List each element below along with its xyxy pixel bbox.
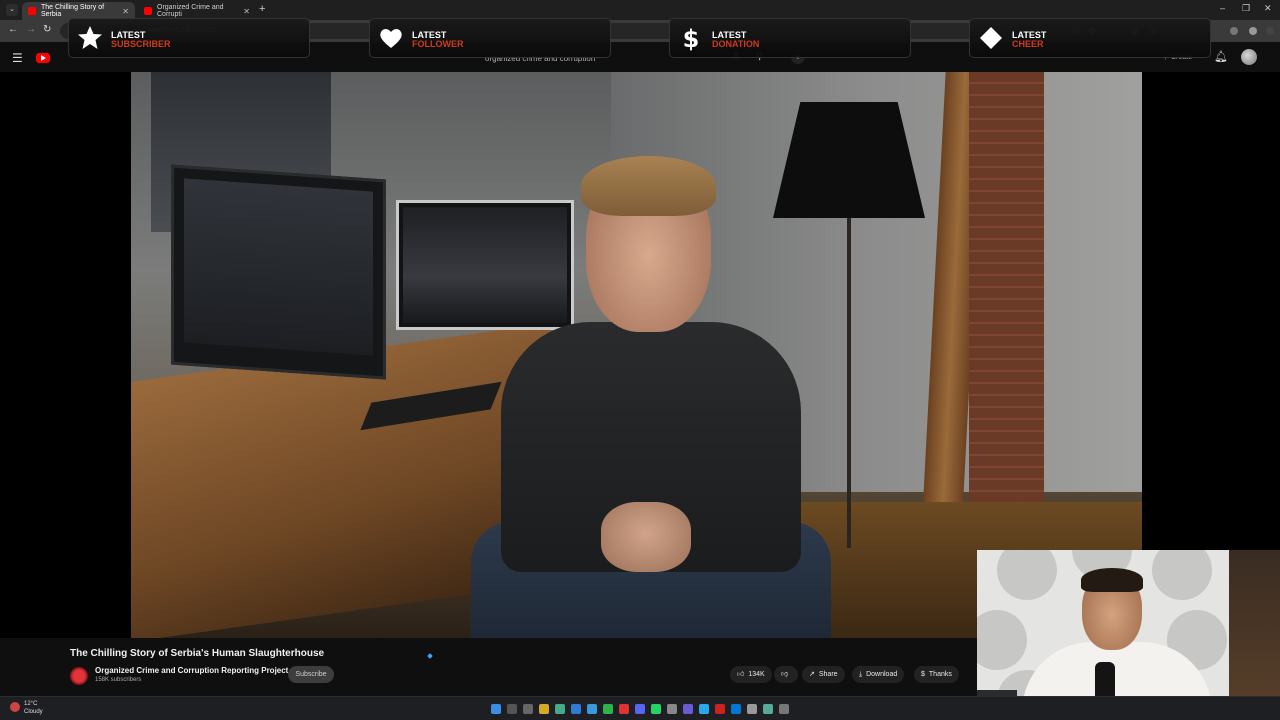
menu-dots-icon[interactable] xyxy=(1266,27,1274,35)
hamburger-menu-icon[interactable]: ☰ xyxy=(12,51,23,65)
thumbs-up-icon: 👍︎ xyxy=(737,671,745,678)
start-icon[interactable] xyxy=(491,704,501,714)
settings-icon[interactable] xyxy=(667,704,677,714)
star-icon xyxy=(78,26,102,49)
latest-subscriber-alert: LATEST SUBSCRIBER xyxy=(68,18,310,58)
channel-name[interactable]: Organized Crime and Corruption Reporting… xyxy=(95,666,288,675)
brick-column xyxy=(969,72,1044,522)
latest-donation-alert: $ LATEST DONATION xyxy=(669,18,911,58)
tab-title: The Chilling Story of Serbia xyxy=(41,4,105,18)
share-button[interactable]: ↗ Share xyxy=(802,666,845,683)
share-icon: ↗ xyxy=(809,671,815,678)
latest-follower-alert: LATEST FOLLOWER xyxy=(369,18,611,58)
like-count: 134K xyxy=(748,671,765,678)
thanks-button[interactable]: $ Thanks xyxy=(914,666,959,683)
youtube-logo[interactable] xyxy=(36,53,50,63)
maximize-icon[interactable]: ❐ xyxy=(1242,3,1250,14)
channel-avatar[interactable] xyxy=(70,667,88,685)
thanks-icon: $ xyxy=(921,671,925,678)
app-icon[interactable] xyxy=(779,704,789,714)
app-icon[interactable] xyxy=(731,704,741,714)
youtube-favicon xyxy=(28,7,36,15)
close-tab-icon[interactable]: ✕ xyxy=(243,7,250,16)
monitor-left xyxy=(171,164,386,380)
screen: ⌄ The Chilling Story of Serbia ✕ Organiz… xyxy=(0,0,1280,720)
weather-icon xyxy=(10,702,20,712)
new-tab-button[interactable]: + xyxy=(259,3,265,15)
app-icon[interactable] xyxy=(603,704,613,714)
minimize-icon[interactable]: – xyxy=(1220,3,1225,13)
tab-title: Organized Crime and Corrupti xyxy=(157,4,224,18)
svg-text:$: $ xyxy=(683,25,700,51)
app-icon[interactable] xyxy=(571,704,581,714)
browser-tab-strip: ⌄ The Chilling Story of Serbia ✕ Organiz… xyxy=(0,0,1280,20)
youtube-favicon xyxy=(144,7,152,15)
search-icon[interactable] xyxy=(507,704,517,714)
thumbs-down-icon: 👎︎ xyxy=(781,671,789,678)
webcam-overlay xyxy=(977,550,1280,720)
download-icon: ⤓ xyxy=(859,671,863,678)
presenter xyxy=(471,156,831,638)
notifications-bell-icon[interactable]: 🔔︎ xyxy=(1214,50,1228,63)
app-icon[interactable] xyxy=(715,704,725,714)
download-label: Download xyxy=(866,671,898,678)
windows-taskbar: 12°C Cloudy xyxy=(0,696,1280,720)
latest-cheer-alert: LATEST CHEER xyxy=(969,18,1211,58)
forward-icon[interactable]: → xyxy=(26,24,36,35)
file-explorer-icon[interactable] xyxy=(539,704,549,714)
share-label: Share xyxy=(818,671,838,678)
app-icon[interactable] xyxy=(683,704,693,714)
heart-icon xyxy=(380,29,402,48)
like-button[interactable]: 👍︎ 134K xyxy=(730,666,772,683)
close-tab-icon[interactable]: ✕ xyxy=(122,7,129,16)
alert-subtitle: FOLLOWER xyxy=(412,39,464,49)
alert-subtitle: SUBSCRIBER xyxy=(111,39,171,49)
task-view-icon[interactable] xyxy=(523,704,533,714)
close-window-icon[interactable]: ✕ xyxy=(1264,3,1272,14)
back-icon[interactable]: ← xyxy=(8,24,18,35)
app-icon[interactable] xyxy=(747,704,757,714)
alert-subtitle: DONATION xyxy=(712,39,760,49)
app-icon[interactable] xyxy=(619,704,629,714)
discord-icon[interactable] xyxy=(635,704,645,714)
weather-condition: Cloudy xyxy=(24,709,43,715)
diamond-icon xyxy=(980,27,1002,49)
alert-subtitle: CHEER xyxy=(1012,39,1044,49)
shelf xyxy=(1229,550,1280,720)
account-avatar[interactable] xyxy=(1241,49,1257,65)
download-button[interactable]: ⤓ Download xyxy=(852,666,905,683)
subscribe-button[interactable]: Subscribe xyxy=(288,666,334,683)
telegram-icon[interactable] xyxy=(699,704,709,714)
video-title: The Chilling Story of Serbia's Human Sla… xyxy=(70,648,325,659)
weather-temperature: 12°C xyxy=(24,701,38,707)
chrome-icon[interactable] xyxy=(555,704,565,714)
extensions-puzzle-icon[interactable] xyxy=(1230,27,1238,35)
tab-search-button[interactable]: ⌄ xyxy=(6,4,18,16)
dislike-button[interactable]: 👎︎ xyxy=(774,666,798,683)
subscriber-count: 158K subscribers xyxy=(95,677,142,683)
whatsapp-icon[interactable] xyxy=(651,704,661,714)
thanks-label: Thanks xyxy=(928,671,952,678)
app-icon[interactable] xyxy=(763,704,773,714)
reload-icon[interactable]: ↻ xyxy=(43,24,51,35)
profile-icon[interactable] xyxy=(1249,27,1257,35)
floor-lamp-pole xyxy=(847,218,851,548)
app-icon[interactable] xyxy=(587,704,597,714)
dollar-icon: $ xyxy=(683,25,700,51)
